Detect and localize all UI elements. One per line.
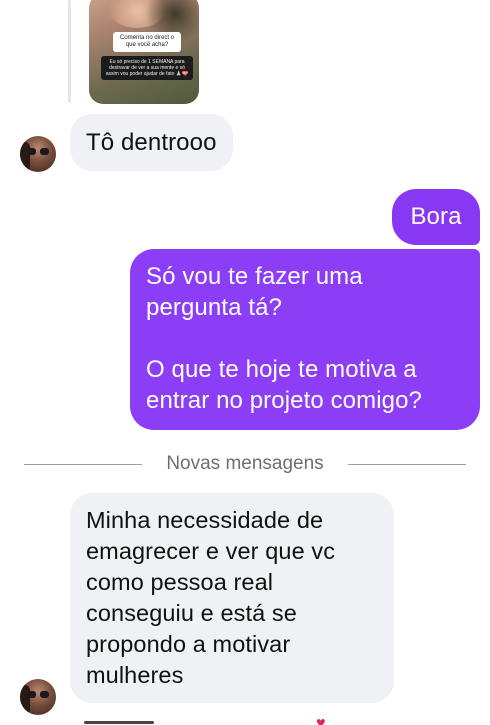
cut-off-text [84,721,154,724]
story-question-sticker: Comenta no direct o que você acha? [113,32,181,52]
message-bubble-outgoing[interactable]: Só vou te fazer uma pergunta tá? O que t… [130,249,480,430]
sunglasses-detail [27,691,49,698]
sunglasses-detail [27,148,49,155]
message-bubble-outgoing[interactable]: Bora [392,189,480,245]
heart-icon[interactable]: ♥ [316,716,336,725]
contact-avatar[interactable] [20,136,56,172]
story-reply-thumbnail[interactable]: Comenta no direct o que você acha? Eu só… [89,0,199,104]
new-messages-divider: Novas mensagens [24,453,466,477]
reply-indicator-bar [68,0,71,103]
contact-avatar[interactable] [20,679,56,715]
message-bubble-incoming[interactable]: Minha necessidade de emagrecer e ver que… [70,493,394,703]
story-answer-caption: Eu só preciso de 1 SEMANA para destravar… [101,56,193,80]
message-bubble-incoming[interactable]: Tô dentrooo [70,114,233,171]
next-message-peek: ♥ [84,713,484,725]
